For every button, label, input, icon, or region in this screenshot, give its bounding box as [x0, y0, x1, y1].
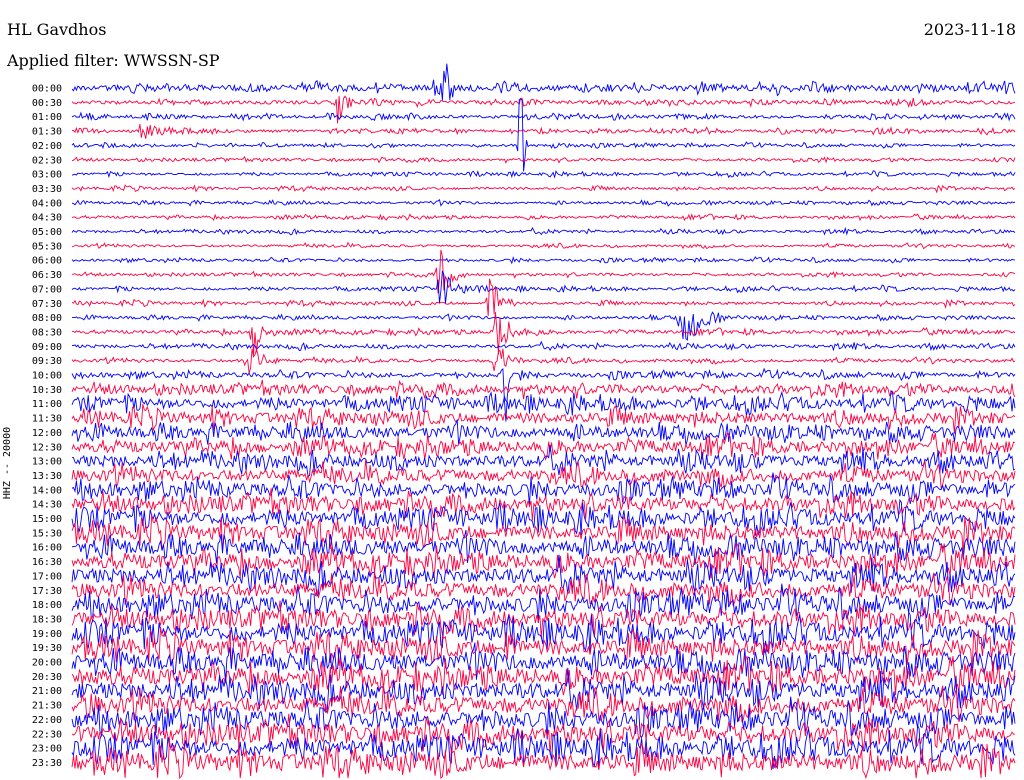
row-label-1230: 12:30 [32, 442, 62, 453]
row-label-0500: 05:00 [32, 227, 62, 238]
row-label-0000: 00:00 [32, 84, 62, 95]
trace-row-0600 [71, 256, 1016, 265]
trace-row-1030 [71, 379, 1016, 400]
row-label-1330: 13:30 [32, 471, 62, 482]
row-label-2100: 21:00 [32, 686, 62, 697]
row-label-1200: 12:00 [32, 428, 62, 439]
row-label-0400: 04:00 [32, 198, 62, 209]
row-label-0330: 03:30 [32, 184, 62, 195]
row-label-1530: 15:30 [32, 528, 62, 539]
row-label-1630: 16:30 [32, 557, 62, 568]
row-label-1130: 11:30 [32, 414, 62, 425]
row-label-1100: 11:00 [32, 399, 62, 410]
row-label-0630: 06:30 [32, 270, 62, 281]
row-label-1500: 15:00 [32, 514, 62, 525]
row-label-2230: 22:30 [32, 729, 62, 740]
row-label-1300: 13:00 [32, 457, 62, 468]
trace-row-1000 [71, 367, 1016, 422]
row-label-2330: 23:30 [32, 758, 62, 769]
row-label-0900: 09:00 [32, 342, 62, 353]
row-label-1730: 17:30 [32, 586, 62, 597]
row-label-1700: 17:00 [32, 571, 62, 582]
trace-row-0200 [71, 98, 1016, 172]
trace-row-0530 [71, 241, 1016, 250]
row-label-0430: 04:30 [32, 213, 62, 224]
row-label-0830: 08:30 [32, 327, 62, 338]
trace-row-1100 [71, 389, 1016, 416]
trace-row-0500 [71, 226, 1016, 236]
trace-row-0130 [71, 124, 1016, 139]
row-label-1800: 18:00 [32, 600, 62, 611]
row-label-1830: 18:30 [32, 614, 62, 625]
trace-row-0230 [71, 155, 1016, 164]
trace-row-0400 [71, 199, 1016, 207]
trace-row-0930 [71, 347, 1016, 374]
row-label-2130: 21:30 [32, 701, 62, 712]
row-label-0930: 09:30 [32, 356, 62, 367]
row-label-2300: 23:00 [32, 744, 62, 755]
row-label-0800: 08:00 [32, 313, 62, 324]
row-label-0200: 02:00 [32, 141, 62, 152]
row-label-0700: 07:00 [32, 284, 62, 295]
row-label-0100: 01:00 [32, 112, 62, 123]
trace-row-0300 [71, 170, 1016, 179]
row-label-0530: 05:30 [32, 241, 62, 252]
trace-row-0630 [72, 249, 1016, 294]
row-label-0600: 06:00 [32, 256, 62, 267]
row-label-2200: 22:00 [32, 715, 62, 726]
row-label-0230: 02:30 [32, 155, 62, 166]
trace-row-1300 [71, 444, 1016, 478]
trace-row-0000 [71, 63, 1016, 101]
row-label-2000: 20:00 [32, 658, 62, 669]
row-time-labels: 00:00 00:30 01:00 01:30 02:00 02:30 03:00 03:30… [32, 84, 62, 769]
row-label-1400: 14:00 [32, 485, 62, 496]
seismogram-plot: 00:00 00:30 01:00 01:30 02:00 02:30 03:00 03:30… [32, 63, 1016, 780]
row-label-1430: 14:30 [32, 500, 62, 511]
trace-row-0730 [71, 278, 1016, 316]
trace-row-1330 [71, 459, 1016, 490]
row-label-1000: 10:00 [32, 371, 62, 382]
row-label-0730: 07:30 [32, 299, 62, 310]
trace-row-1130 [71, 404, 1016, 434]
row-label-1930: 19:30 [32, 643, 62, 654]
row-label-1900: 19:00 [32, 629, 62, 640]
trace-row-0430 [71, 213, 1016, 222]
row-label-0130: 01:30 [32, 127, 62, 138]
trace-row-0030 [71, 95, 1016, 124]
row-label-2030: 20:30 [32, 672, 62, 683]
row-label-0300: 03:00 [32, 170, 62, 181]
trace-row-0330 [71, 184, 1016, 194]
row-label-1030: 10:30 [32, 385, 62, 396]
trace-group [71, 63, 1016, 780]
trace-row-0800 [72, 311, 1016, 341]
trace-row-0900 [71, 340, 1016, 352]
trace-row-0100 [71, 111, 1016, 122]
row-label-1600: 16:00 [32, 543, 62, 554]
row-label-0030: 00:30 [32, 98, 62, 109]
